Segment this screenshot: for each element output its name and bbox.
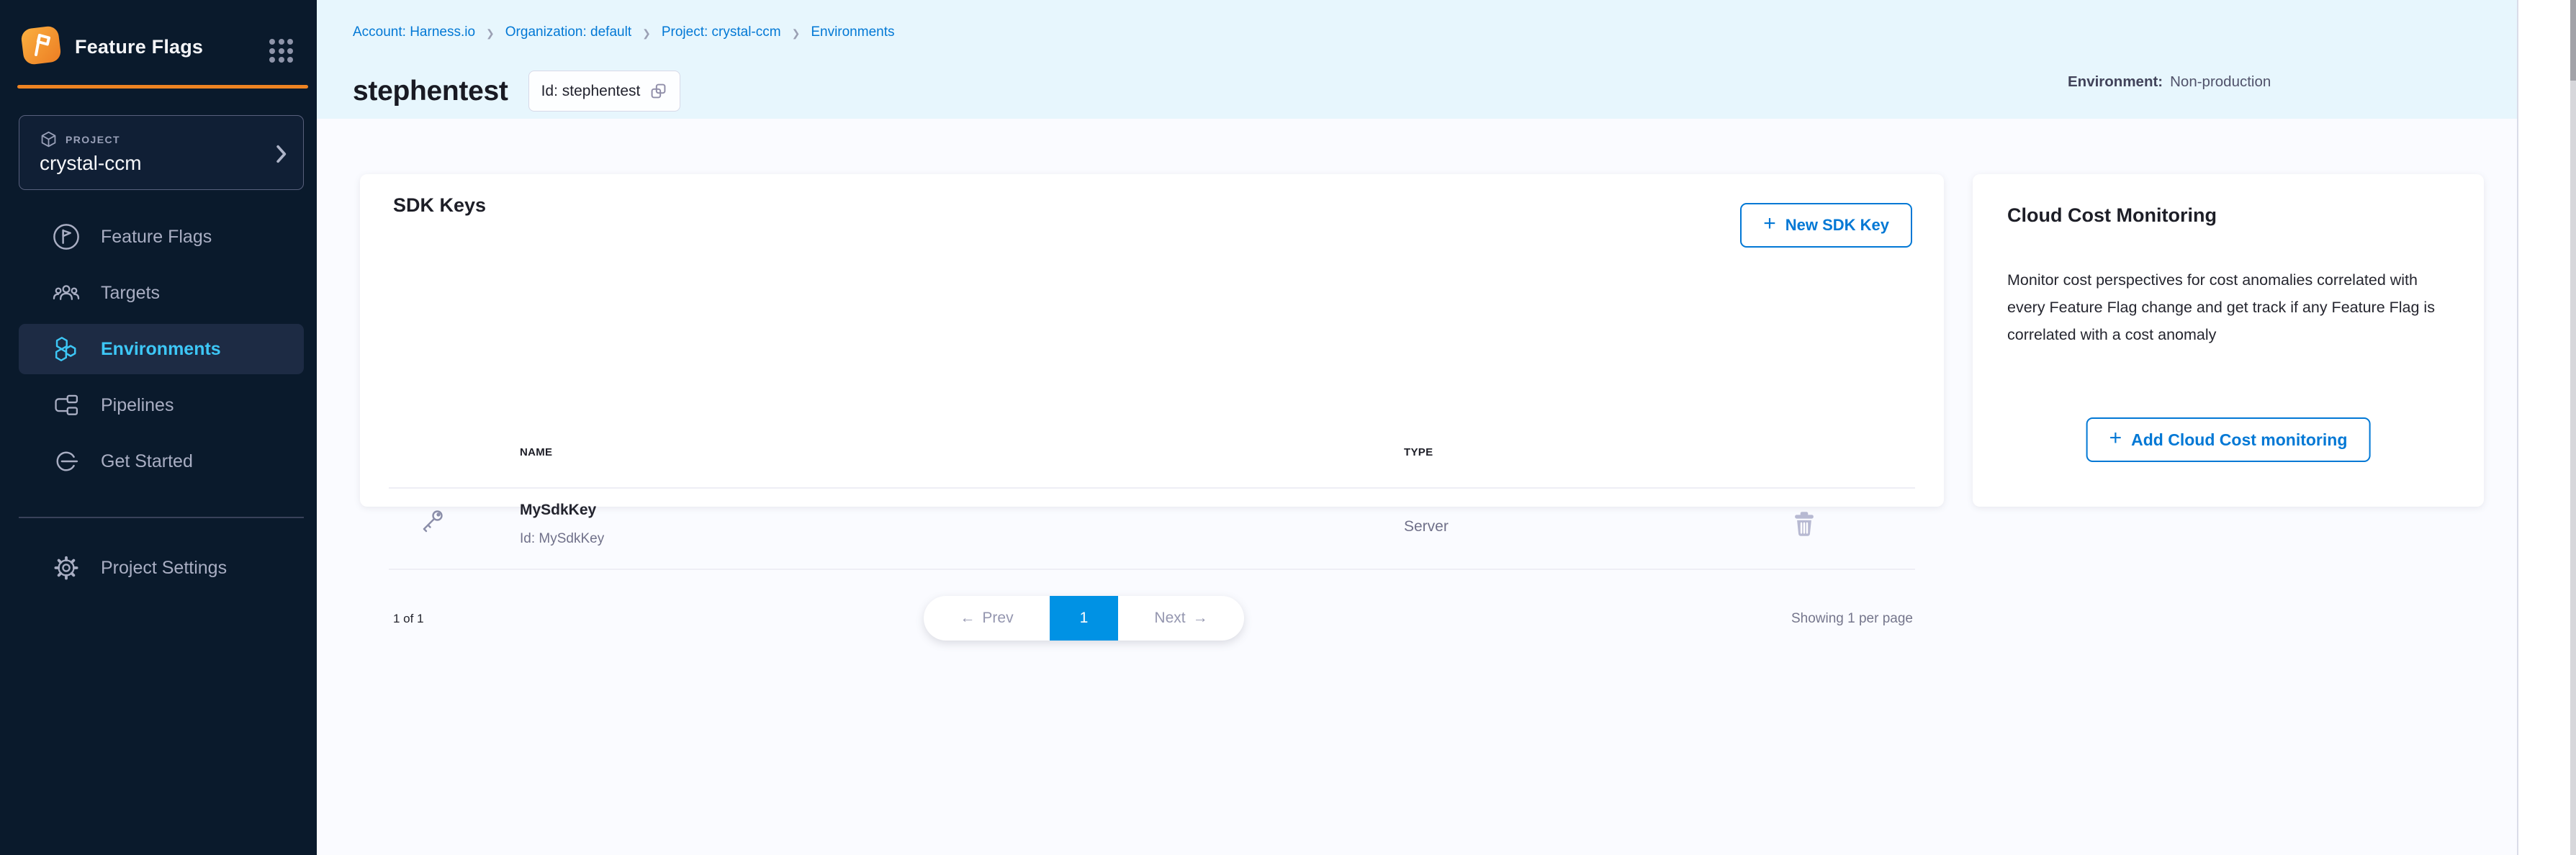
project-name: crystal-ccm — [40, 152, 142, 175]
breadcrumb: Account: Harness.io ❯ Organization: defa… — [353, 24, 895, 40]
sidebar-item-label: Feature Flags — [101, 227, 212, 248]
column-header-type: TYPE — [1404, 446, 1433, 458]
cloud-cost-card: Cloud Cost Monitoring Monitor cost persp… — [1973, 174, 2484, 507]
project-label: PROJECT — [66, 134, 120, 145]
module-header: Feature Flags — [0, 0, 317, 85]
breadcrumb-separator-icon: ❯ — [792, 26, 801, 40]
sidebar-item-label: Project Settings — [101, 558, 227, 579]
sidebar-item-label: Pipelines — [101, 395, 174, 416]
window-scrollbar[interactable] — [2570, 0, 2576, 855]
pagination: ← Prev 1 Next → — [924, 596, 1244, 641]
add-cloud-cost-button[interactable]: + Add Cloud Cost monitoring — [2086, 417, 2371, 462]
arrow-right-icon: → — [1193, 610, 1208, 627]
project-selector[interactable]: PROJECT crystal-ccm — [19, 115, 304, 190]
flag-circle-icon — [50, 221, 82, 253]
plus-icon: + — [1763, 224, 1776, 227]
environment-id-chip[interactable]: Id: stephentest — [528, 71, 681, 112]
cloud-cost-description: Monitor cost perspectives for cost anoma… — [2007, 266, 2451, 348]
breadcrumb-project-link[interactable]: Project: crystal-ccm — [662, 24, 781, 40]
cloud-cost-title: Cloud Cost Monitoring — [2007, 204, 2217, 227]
sidebar-item-pipelines[interactable]: Pipelines — [19, 380, 304, 430]
environments-icon — [50, 333, 82, 365]
sidebar-item-get-started[interactable]: Get Started — [19, 436, 304, 487]
environment-id-text: Id: stephentest — [541, 83, 641, 100]
feature-flags-logo-icon[interactable] — [20, 24, 62, 66]
chevron-right-icon — [276, 145, 287, 163]
sdk-key-type: Server — [1404, 518, 1449, 535]
content-scroll-gutter — [2517, 0, 2576, 855]
sdk-key-name: MySdkKey — [520, 502, 596, 519]
breadcrumb-separator-icon: ❯ — [486, 26, 495, 40]
sidebar: Feature Flags PROJECT crystal-ccm — [0, 0, 317, 855]
sidebar-item-label: Get Started — [101, 451, 193, 472]
get-started-icon — [50, 445, 82, 477]
new-sdk-key-button[interactable]: + New SDK Key — [1740, 203, 1912, 248]
sidebar-divider — [19, 517, 304, 518]
sidebar-item-label: Environments — [101, 339, 221, 360]
plus-icon: + — [2109, 438, 2122, 441]
copy-icon[interactable] — [649, 82, 667, 100]
column-header-name: NAME — [520, 446, 552, 458]
breadcrumb-account-link[interactable]: Account: Harness.io — [353, 24, 475, 40]
pagination-page-1-button[interactable]: 1 — [1050, 596, 1118, 641]
cube-icon — [40, 130, 58, 148]
sidebar-item-project-settings[interactable]: Project Settings — [19, 543, 304, 593]
breadcrumb-organization-link[interactable]: Organization: default — [505, 24, 631, 40]
page-title: stephentest — [353, 76, 508, 107]
breadcrumb-separator-icon: ❯ — [642, 26, 651, 40]
environment-type-label: Environment: — [2068, 73, 2163, 91]
environment-type: Environment: Non-production — [2068, 73, 2271, 91]
sidebar-item-feature-flags[interactable]: Feature Flags — [19, 212, 304, 262]
breadcrumb-environments-link[interactable]: Environments — [811, 24, 894, 40]
targets-icon — [50, 277, 82, 309]
pipelines-icon — [50, 389, 82, 421]
pagination-prev-button[interactable]: ← Prev — [924, 596, 1050, 641]
scrollbar-thumb[interactable] — [2570, 0, 2576, 81]
arrow-left-icon: ← — [960, 610, 975, 627]
module-accent-underline — [17, 85, 308, 89]
gear-icon — [50, 552, 82, 584]
sdk-keys-card: SDK Keys + New SDK Key NAME TYPE MySdkKe… — [360, 174, 1944, 507]
table-divider — [389, 487, 1915, 489]
sidebar-item-environments[interactable]: Environments — [19, 324, 304, 374]
sidebar-item-label: Targets — [101, 283, 160, 304]
sdk-keys-title: SDK Keys — [393, 194, 486, 217]
pagination-next-button[interactable]: Next → — [1118, 596, 1244, 641]
module-grid-icon[interactable] — [269, 39, 294, 63]
delete-sdk-key-button[interactable] — [1789, 508, 1819, 538]
key-icon — [418, 507, 446, 535]
product-title: Feature Flags — [75, 36, 203, 58]
table-divider — [389, 569, 1915, 570]
sdk-key-id: Id: MySdkKey — [520, 531, 604, 547]
pagination-per-page: Showing 1 per page — [1791, 611, 1913, 627]
app-window: Feature Flags PROJECT crystal-ccm — [0, 0, 2576, 855]
environment-type-value: Non-production — [2170, 73, 2271, 91]
sidebar-item-targets[interactable]: Targets — [19, 268, 304, 318]
page-header-band: Account: Harness.io ❯ Organization: defa… — [317, 0, 2517, 119]
pagination-range: 1 of 1 — [393, 612, 424, 626]
